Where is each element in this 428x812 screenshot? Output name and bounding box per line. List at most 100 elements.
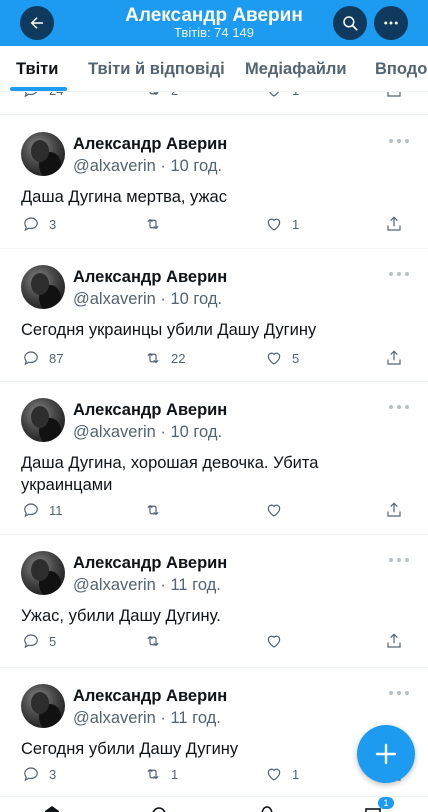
reply-count: 87 — [49, 350, 64, 366]
reply-button[interactable]: 3 — [22, 764, 56, 784]
retweet-button[interactable]: 2 — [144, 92, 178, 100]
share-button[interactable] — [385, 631, 403, 651]
share-icon — [387, 350, 401, 365]
author-handle: @alxaverin · 11 год. — [73, 709, 221, 727]
heart-icon — [267, 635, 281, 648]
reply-icon — [24, 92, 38, 98]
reply-button[interactable]: 3 — [22, 214, 56, 234]
reply-icon — [24, 503, 38, 518]
author-handle: @alxaverin · 10 год. — [73, 290, 223, 308]
like-button[interactable]: 5 — [265, 348, 299, 368]
tweet-item[interactable]: Александр Аверин @alxaverin · 11 год. Уж… — [0, 535, 428, 668]
reply-button[interactable]: 11 — [22, 500, 63, 520]
share-icon — [387, 216, 401, 231]
author-name: Александр Аверин — [73, 268, 228, 286]
heart-icon — [267, 352, 281, 365]
like-button[interactable]: 1 — [265, 764, 299, 784]
tab-media[interactable]: Медіафайли — [245, 59, 347, 79]
tweet-text: Сегодня убили Дашу Дугину — [21, 740, 239, 758]
retweet-icon — [147, 218, 159, 230]
author-name: Александр Аверин — [73, 401, 228, 419]
like-count: 1 — [292, 92, 299, 98]
reply-count: 3 — [49, 766, 57, 782]
profile-tabs: Твіти Твіти й відповіді Медіафайли Вподо… — [0, 46, 428, 92]
like-count: 5 — [292, 350, 300, 366]
author-name: Александр Аверин — [73, 687, 228, 705]
tweet-more-icon[interactable] — [389, 555, 409, 565]
more-button[interactable] — [374, 6, 408, 40]
home-icon[interactable] — [43, 805, 61, 812]
retweet-count: 2 — [171, 92, 178, 98]
avatar[interactable] — [21, 684, 65, 728]
active-tab-indicator — [10, 87, 67, 91]
retweet-button[interactable] — [144, 631, 171, 651]
share-button[interactable] — [385, 214, 403, 234]
tweet-feed[interactable]: 24 2 1 Александр Аверин @alxaverin · 10 … — [0, 92, 428, 812]
like-button[interactable]: 1 — [265, 214, 299, 234]
tweet-more-icon[interactable] — [389, 402, 409, 412]
author-name: Александр Аверин — [73, 554, 228, 572]
avatar[interactable] — [21, 132, 65, 176]
tweet-more-icon[interactable] — [389, 269, 409, 279]
share-button[interactable] — [385, 348, 403, 368]
share-icon — [387, 502, 401, 517]
reply-icon — [24, 217, 38, 232]
heart-icon — [267, 218, 281, 231]
retweet-button[interactable]: 1 — [144, 764, 178, 784]
like-button[interactable] — [265, 631, 292, 651]
reply-icon — [24, 351, 38, 366]
like-button[interactable] — [265, 500, 292, 520]
reply-button[interactable]: 24 — [22, 92, 63, 100]
notifications-icon[interactable] — [258, 805, 276, 812]
retweet-button[interactable] — [144, 214, 171, 234]
retweet-icon — [147, 352, 159, 364]
author-name: Александр Аверин — [73, 135, 228, 153]
tweet-text: Даша Дугина мертва, ужас — [21, 188, 227, 206]
like-count: 1 — [292, 216, 300, 232]
search-button[interactable] — [333, 6, 367, 40]
retweet-icon — [147, 504, 159, 516]
heart-icon — [268, 92, 280, 97]
tweet-item[interactable]: Александр Аверин @alxaverin · 10 год. Се… — [0, 249, 428, 382]
reply-icon — [24, 767, 38, 782]
bottom-navigation: 1 — [0, 796, 428, 812]
tweet-item[interactable]: Александр Аверин @alxaverin · 10 год. Да… — [0, 116, 428, 249]
share-icon — [387, 92, 401, 97]
tweet-text: Даша Дугина, хорошая девочка. Убита укра… — [21, 454, 319, 494]
share-button[interactable] — [385, 92, 403, 100]
tab-likes[interactable]: Вподоб — [375, 59, 428, 79]
author-handle: @alxaverin · 11 год. — [73, 576, 221, 594]
plus-icon — [375, 743, 397, 765]
tab-tweets-and-replies[interactable]: Твіти й відповіді — [88, 59, 225, 79]
compose-tweet-button[interactable] — [357, 725, 415, 783]
retweet-icon — [149, 92, 159, 96]
avatar[interactable] — [21, 265, 65, 309]
messages-badge: 1 — [378, 797, 394, 809]
tweet-more-icon[interactable] — [389, 688, 409, 698]
avatar[interactable] — [21, 398, 65, 442]
retweet-icon — [147, 768, 159, 780]
retweet-button[interactable] — [144, 500, 171, 520]
tab-tweets[interactable]: Твіти — [16, 59, 58, 79]
reply-button[interactable]: 87 — [22, 348, 63, 368]
retweet-count: 1 — [171, 766, 179, 782]
reply-count: 11 — [49, 502, 63, 518]
share-icon — [387, 633, 401, 648]
tweet-partial[interactable]: 24 2 1 — [0, 92, 428, 115]
tweet-text: Сегодня украинцы убили Дашу Дугину — [21, 321, 317, 339]
profile-header: Александр Аверин Твітів: 74 149 — [0, 0, 428, 46]
reply-count: 3 — [49, 216, 57, 232]
tweet-more-icon[interactable] — [389, 136, 409, 146]
retweet-count: 22 — [171, 350, 186, 366]
retweet-button[interactable]: 22 — [144, 348, 185, 368]
like-count: 1 — [292, 766, 300, 782]
tweet-text: Ужас, убили Дашу Дугину. — [21, 607, 221, 625]
share-button[interactable] — [385, 500, 403, 520]
tweet-item[interactable]: Александр Аверин @alxaverin · 10 год. Да… — [0, 382, 428, 535]
reply-count: 24 — [49, 92, 63, 98]
explore-icon[interactable] — [150, 805, 168, 812]
avatar[interactable] — [21, 551, 65, 595]
like-button[interactable]: 1 — [265, 92, 299, 100]
retweet-icon — [147, 635, 159, 647]
reply-button[interactable]: 5 — [22, 631, 56, 651]
